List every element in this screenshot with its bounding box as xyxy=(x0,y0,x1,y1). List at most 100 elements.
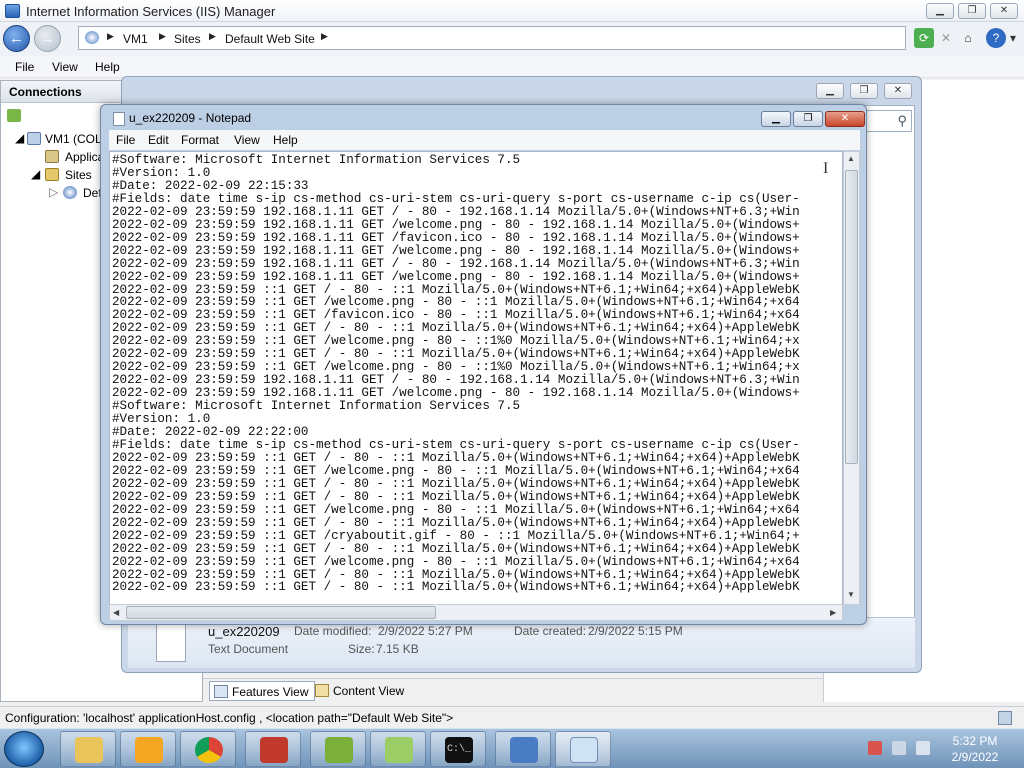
breadcrumb-vm1[interactable]: VM1 xyxy=(123,32,148,46)
scroll-down-icon[interactable]: ▼ xyxy=(847,590,855,599)
minimize-button[interactable]: ▁ xyxy=(926,3,954,19)
notepad-window[interactable]: u_ex220209 - Notepad ▁ ❐ ✕ File Edit For… xyxy=(100,104,867,625)
folder-icon xyxy=(75,737,103,763)
taskbar-media-player[interactable] xyxy=(120,731,176,767)
menu-help[interactable]: Help xyxy=(273,133,298,147)
view-tabs: Features View Content View xyxy=(203,678,823,702)
taskbar-app[interactable] xyxy=(310,731,366,767)
date-modified-label: Date modified: xyxy=(294,624,372,638)
notepad-close-button[interactable]: ✕ xyxy=(825,111,865,127)
content-view-icon xyxy=(315,684,329,697)
horizontal-scrollbar[interactable]: ◀ ▶ xyxy=(109,604,843,621)
log-line: #Date: 2022-02-09 22:15:33 xyxy=(112,178,309,193)
status-bar: Configuration: 'localhost' applicationHo… xyxy=(0,706,1024,728)
log-line: #Fields: date time s-ip cs-method cs-uri… xyxy=(112,437,800,452)
horizontal-scroll-thumb[interactable] xyxy=(126,606,436,619)
file-name: u_ex220209 xyxy=(208,624,280,639)
vertical-scroll-thumb[interactable] xyxy=(845,170,858,464)
log-line: 2022-02-09 23:59:59 ::1 GET / - 80 - ::1… xyxy=(112,450,800,465)
home-icon[interactable]: ⌂ xyxy=(958,28,978,48)
stop-icon[interactable]: ✕ xyxy=(936,28,956,48)
chevron-right-icon: ▶ xyxy=(209,31,216,41)
tree-item-sites[interactable]: Sites xyxy=(65,168,92,182)
forward-icon[interactable]: → xyxy=(34,25,61,52)
paint-icon xyxy=(260,737,288,763)
notepad-icon xyxy=(113,112,125,126)
taskbar-notepad-plus[interactable] xyxy=(370,731,426,767)
log-line: 2022-02-09 23:59:59 192.168.1.11 GET /fa… xyxy=(112,230,800,245)
size-label: Size: xyxy=(348,642,375,656)
create-connection-icon[interactable] xyxy=(7,109,21,122)
tree-expander[interactable]: ◢ xyxy=(15,131,24,145)
breadcrumb-default-web-site[interactable]: Default Web Site xyxy=(225,32,315,46)
size-value: 7.15 KB xyxy=(376,642,419,656)
start-button[interactable] xyxy=(4,731,44,767)
chevron-right-icon: ▶ xyxy=(107,31,114,41)
taskbar: C:\_ 5:32 PM 2/9/2022 xyxy=(0,728,1024,768)
menu-file[interactable]: File xyxy=(15,60,34,74)
tree-item-vm1[interactable]: VM1 (COL xyxy=(45,132,102,146)
menu-format[interactable]: Format xyxy=(181,133,219,147)
tab-features-view[interactable]: Features View xyxy=(209,681,316,701)
refresh-icon[interactable]: ⟳ xyxy=(914,28,934,48)
explorer-close-button[interactable]: ✕ xyxy=(884,83,912,99)
help-icon[interactable]: ? xyxy=(986,28,1006,48)
breadcrumb-sites[interactable]: Sites xyxy=(174,32,201,46)
chrome-icon xyxy=(195,737,223,763)
taskbar-cmd[interactable]: C:\_ xyxy=(430,731,486,767)
iis-titlebar[interactable]: Internet Information Services (IIS) Mana… xyxy=(0,0,1024,22)
scroll-left-icon[interactable]: ◀ xyxy=(113,608,119,617)
tree-expander[interactable]: ▷ xyxy=(49,185,58,199)
media-player-icon xyxy=(135,737,163,763)
app-pools-icon xyxy=(45,150,59,163)
cmd-icon: C:\_ xyxy=(445,737,473,763)
date-created-label: Date created: xyxy=(514,624,587,638)
restore-button[interactable]: ❐ xyxy=(958,3,986,19)
clock-date: 2/9/2022 xyxy=(951,750,999,764)
address-bar[interactable]: ▶ VM1 ▶ Sites ▶ Default Web Site ▶ xyxy=(78,26,906,50)
menu-edit[interactable]: Edit xyxy=(148,133,169,147)
scroll-up-icon[interactable]: ▲ xyxy=(847,154,855,163)
log-line: 2022-02-09 23:59:59 192.168.1.11 GET / -… xyxy=(112,256,800,271)
log-line: 2022-02-09 23:59:59 ::1 GET / - 80 - ::1… xyxy=(112,515,800,530)
network-icon[interactable] xyxy=(892,741,906,755)
taskbar-explorer[interactable] xyxy=(60,731,116,767)
notepad-icon xyxy=(570,737,598,763)
log-line: #Fields: date time s-ip cs-method cs-uri… xyxy=(112,191,800,206)
tree-expander[interactable]: ◢ xyxy=(31,167,40,181)
tree-item-app-pools[interactable]: Applica xyxy=(65,150,104,164)
taskbar-notepad[interactable] xyxy=(555,731,611,767)
close-button[interactable]: ✕ xyxy=(990,3,1018,19)
vertical-scrollbar[interactable]: ▲ ▼ xyxy=(843,151,860,605)
scroll-right-icon[interactable]: ▶ xyxy=(830,608,836,617)
clock[interactable]: 5:32 PM 2/9/2022 xyxy=(942,733,1008,765)
notepad-text-area[interactable]: #Software: Microsoft Internet Informatio… xyxy=(109,151,843,605)
iis-menu-bar: File View Help xyxy=(0,56,1024,78)
taskbar-iis[interactable] xyxy=(495,731,551,767)
chevron-down-icon[interactable]: ▾ xyxy=(1006,28,1020,48)
explorer-maximize-button[interactable]: ❐ xyxy=(850,83,878,99)
menu-view[interactable]: View xyxy=(52,60,78,74)
explorer-minimize-button[interactable]: ▁ xyxy=(816,83,844,99)
features-view-icon xyxy=(214,685,228,698)
tab-content-view-label: Content View xyxy=(333,684,405,698)
taskbar-chrome[interactable] xyxy=(180,731,236,767)
log-line: #Version: 1.0 xyxy=(112,165,211,180)
back-icon[interactable]: ← xyxy=(3,25,30,52)
notepad-maximize-button[interactable]: ❐ xyxy=(793,111,823,127)
clock-time: 5:32 PM xyxy=(952,734,998,748)
taskbar-paint[interactable] xyxy=(245,731,301,767)
action-center-icon[interactable] xyxy=(868,741,882,755)
log-line: #Software: Microsoft Internet Informatio… xyxy=(112,153,521,167)
volume-icon[interactable] xyxy=(916,741,930,755)
iis-app-icon xyxy=(5,4,20,18)
notepad-minimize-button[interactable]: ▁ xyxy=(761,111,791,127)
tree-item-default-web-site[interactable]: Def xyxy=(83,186,102,200)
website-icon xyxy=(63,186,77,199)
tab-content-view[interactable]: Content View xyxy=(311,681,410,701)
menu-view[interactable]: View xyxy=(234,133,260,147)
menu-help[interactable]: Help xyxy=(95,60,120,74)
notepad-menu-bar: File Edit Format View Help xyxy=(109,130,860,150)
menu-file[interactable]: File xyxy=(116,133,135,147)
explorer-search-input[interactable]: ⚲ xyxy=(862,110,912,132)
